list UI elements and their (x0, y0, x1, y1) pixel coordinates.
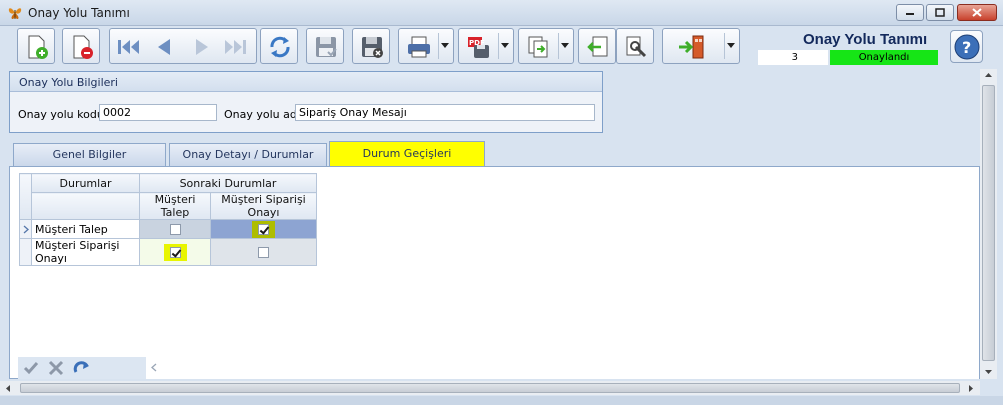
transitions-grid: Durumlar Sonraki Durumlar Müşteri Talep … (19, 173, 317, 266)
checkbox[interactable] (169, 224, 181, 235)
navigation-group (109, 28, 257, 64)
current-row-indicator (19, 219, 32, 239)
horizontal-scrollbar[interactable] (0, 381, 980, 395)
help-button[interactable]: ? (950, 30, 983, 63)
code-label: Onay yolu kodu (18, 108, 104, 121)
maximize-button[interactable] (926, 4, 954, 21)
transition-cell[interactable] (139, 219, 211, 239)
row-selector-header (19, 173, 32, 220)
refresh-icon (270, 36, 290, 58)
table-row[interactable]: Müşteri Siparişi Onayı (19, 238, 317, 266)
chevron-right-icon[interactable] (968, 384, 974, 393)
column-header-customer-order-approval: Müşteri Siparişi Onayı (210, 192, 317, 220)
exit-icon (679, 35, 704, 59)
approval-path-info-panel: Onay Yolu Bilgileri Onay yolu kodu 0002 … (9, 71, 603, 133)
next-record-icon[interactable] (186, 34, 216, 60)
chevron-down-icon[interactable] (984, 369, 993, 375)
save-button[interactable] (306, 28, 344, 64)
window-titlebar: Onay Yolu Tanımı (0, 0, 1003, 26)
pdf-export-button[interactable]: PDF (458, 28, 514, 64)
record-code-display: 3 (758, 50, 828, 65)
chevron-right-icon (23, 225, 29, 233)
transition-cell[interactable] (139, 238, 211, 266)
tab-state-transitions[interactable]: Durum Geçişleri (329, 141, 485, 167)
column-header-customer-request: Müşteri Talep (139, 192, 211, 220)
code-field[interactable]: 0002 (99, 104, 217, 121)
undo-icon[interactable] (73, 360, 91, 376)
grid-horizontal-scroll[interactable] (146, 357, 979, 379)
settings-button[interactable] (616, 28, 654, 64)
close-icon (972, 8, 982, 17)
transition-cell[interactable] (210, 238, 317, 266)
help-icon: ? (954, 34, 980, 60)
print-button[interactable] (398, 28, 454, 64)
tab-general-info[interactable]: Genel Bilgiler (13, 143, 166, 167)
vertical-scroll-thumb[interactable] (982, 85, 995, 361)
tab-content: Durumlar Sonraki Durumlar Müşteri Talep … (9, 166, 980, 379)
form-title: Onay Yolu Tanımı (803, 31, 928, 48)
cancel-save-icon (362, 37, 383, 58)
chevron-up-icon[interactable] (984, 72, 993, 78)
new-record-button[interactable] (17, 28, 55, 64)
panel-header: Onay Yolu Bilgileri (10, 72, 602, 92)
checkbox[interactable] (258, 247, 269, 258)
copy-icon (528, 36, 548, 58)
state-name-cell[interactable]: Müşteri Siparişi Onayı (31, 238, 140, 266)
minimize-icon (906, 13, 914, 15)
column-header-blank (31, 192, 140, 220)
exit-button[interactable] (662, 28, 740, 64)
maximize-icon (935, 8, 945, 17)
delete-record-button[interactable] (62, 28, 100, 64)
checkbox-checked[interactable] (169, 247, 181, 258)
tab-approval-detail[interactable]: Onay Detayı / Durumlar (169, 143, 327, 167)
table-row[interactable]: Müşteri Talep (19, 219, 317, 239)
import-button[interactable] (578, 28, 616, 64)
column-header-states: Durumlar (31, 173, 140, 193)
column-header-next-states: Sonraki Durumlar (139, 173, 317, 193)
chevron-down-icon (501, 43, 509, 48)
vertical-scrollbar[interactable] (980, 69, 997, 379)
print-icon (408, 36, 430, 58)
settings-icon (626, 36, 647, 58)
minimize-button[interactable] (896, 4, 924, 21)
cancel-icon[interactable] (48, 360, 64, 376)
svg-text:?: ? (962, 38, 971, 57)
horizontal-scroll-thumb[interactable] (20, 383, 960, 393)
import-icon (587, 36, 608, 57)
transition-cell[interactable] (210, 219, 317, 239)
confirm-icon[interactable] (23, 360, 39, 376)
delete-document-icon (73, 35, 93, 59)
cancel-save-button[interactable] (352, 28, 390, 64)
name-label: Onay yolu adı (224, 108, 300, 121)
status-badge: Onaylandı (830, 50, 938, 65)
window-title: Onay Yolu Tanımı (28, 6, 130, 20)
chevron-down-icon (441, 43, 449, 48)
new-document-icon (28, 35, 48, 59)
previous-record-icon[interactable] (150, 34, 180, 60)
refresh-button[interactable] (260, 28, 298, 64)
row-indicator (19, 238, 32, 266)
last-record-icon[interactable] (220, 34, 252, 60)
first-record-icon[interactable] (114, 34, 144, 60)
copy-button[interactable] (518, 28, 574, 64)
save-icon (316, 37, 337, 57)
chevron-down-icon (727, 43, 735, 48)
pdf-export-icon: PDF (468, 37, 489, 58)
butterfly-icon (8, 8, 22, 19)
checkbox-checked[interactable] (258, 224, 269, 235)
name-field[interactable]: Sipariş Onay Mesajı (295, 104, 595, 121)
close-button[interactable] (957, 4, 997, 21)
chevron-left-icon[interactable] (151, 363, 157, 372)
status-bar (0, 396, 1003, 405)
grid-action-bar (18, 357, 146, 379)
state-name-cell[interactable]: Müşteri Talep (31, 219, 140, 239)
chevron-down-icon (561, 43, 569, 48)
chevron-left-icon[interactable] (5, 384, 11, 393)
